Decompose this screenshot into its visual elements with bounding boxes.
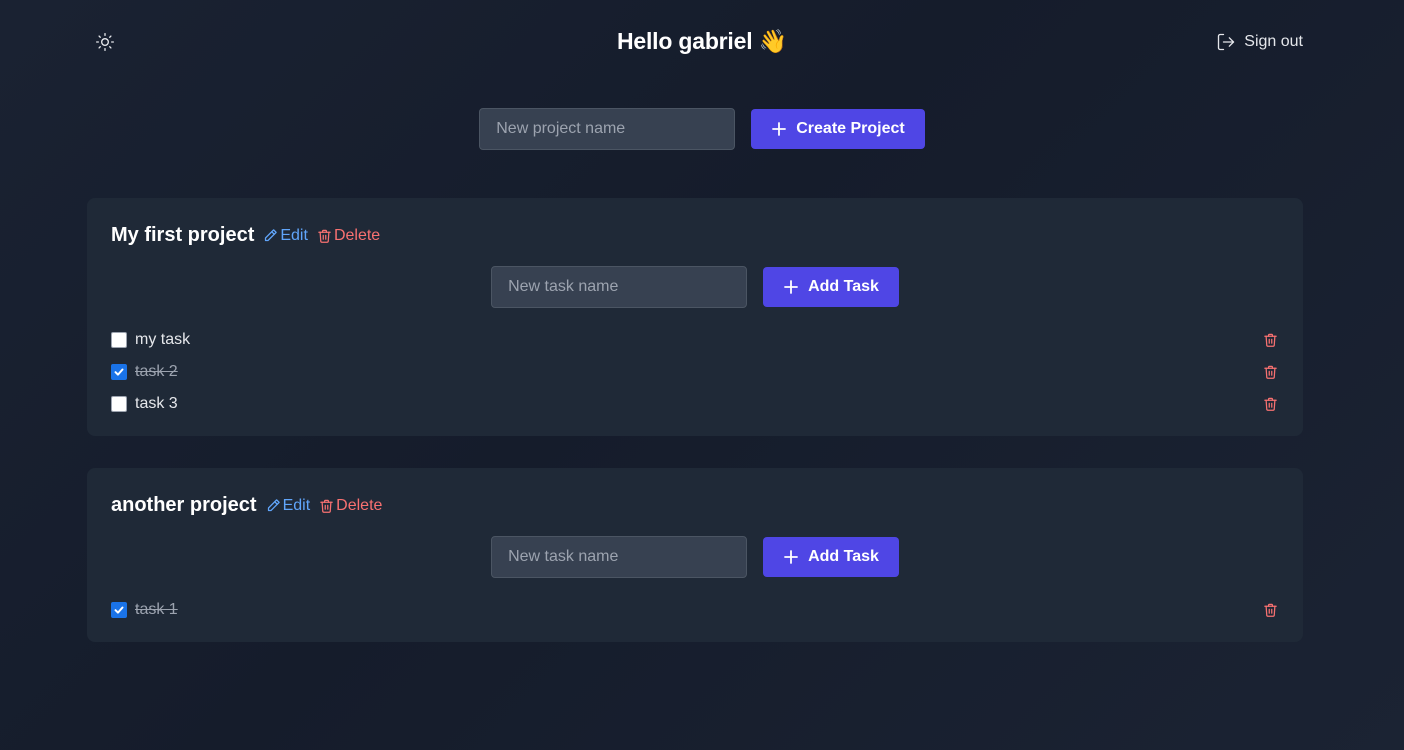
add-task-label: Add Task (808, 548, 879, 565)
project-header: another project Edit Delete (111, 494, 382, 517)
project-name-input[interactable] (479, 108, 736, 150)
trash-icon (1263, 603, 1277, 617)
task-checkbox[interactable] (111, 332, 127, 348)
add-task-button[interactable]: Add Task (763, 537, 899, 577)
task-row: task 1 (111, 594, 1279, 626)
project-card: My first project Edit Delete Add Task my… (87, 198, 1303, 436)
project-header: My first project Edit Delete (111, 224, 380, 247)
trash-icon (1263, 365, 1277, 379)
delete-label: Delete (333, 226, 381, 244)
task-name-input[interactable] (491, 266, 748, 308)
project-title: another project (111, 494, 257, 516)
delete-task-button[interactable] (1261, 363, 1279, 381)
project-card: another project Edit Delete Add Task tas… (87, 468, 1303, 642)
sign-out-label: Sign out (1244, 33, 1303, 50)
delete-project-link[interactable]: Delete (319, 497, 382, 515)
pencil-icon (265, 229, 278, 242)
plus-icon (772, 122, 787, 136)
delete-task-button[interactable] (1261, 601, 1279, 619)
plus-icon (784, 550, 798, 564)
checkmark-icon (114, 368, 124, 376)
app-header: Hello gabriel 👋 Sign out (0, 0, 1404, 84)
edit-project-link[interactable]: Edit (263, 227, 308, 245)
task-row: my task (111, 324, 1279, 356)
edit-label: Edit (280, 226, 308, 244)
task-label: task 3 (135, 395, 178, 412)
task-checkbox[interactable] (111, 602, 127, 618)
add-task-label: Add Task (808, 278, 879, 295)
trash-icon (318, 229, 331, 243)
trash-icon (320, 499, 333, 513)
task-checkbox[interactable] (111, 364, 127, 380)
trash-icon (1263, 333, 1277, 347)
sign-out-button[interactable]: Sign out (1216, 30, 1303, 54)
task-label: my task (135, 331, 191, 348)
task-name-input[interactable] (491, 536, 748, 578)
checkmark-icon (114, 606, 124, 614)
task-label: task 1 (135, 601, 178, 618)
add-task-button[interactable]: Add Task (763, 267, 899, 307)
create-project-form: Create Project (0, 108, 1404, 150)
edit-project-link[interactable]: Edit (266, 496, 311, 515)
task-label: task 2 (135, 363, 178, 380)
sign-out-icon (1218, 33, 1235, 51)
create-project-button[interactable]: Create Project (751, 109, 925, 149)
task-row: task 3 (111, 388, 1279, 420)
task-row: task 2 (111, 356, 1279, 388)
edit-label: Edit (282, 496, 311, 514)
delete-project-link[interactable]: Delete (317, 227, 380, 245)
trash-icon (1263, 397, 1277, 411)
create-project-label: Create Project (796, 120, 905, 137)
delete-label: Delete (336, 496, 383, 514)
page-title: Hello gabriel 👋 (616, 28, 788, 54)
add-task-form: Add Task (87, 536, 1303, 578)
project-title: My first project (111, 224, 255, 246)
task-checkbox[interactable] (111, 396, 127, 412)
add-task-form: Add Task (87, 266, 1303, 308)
plus-icon (784, 280, 798, 294)
pencil-icon (267, 499, 280, 512)
delete-task-button[interactable] (1261, 395, 1279, 413)
delete-task-button[interactable] (1261, 331, 1279, 349)
task-list: my task task 2 task 3 (111, 324, 1279, 420)
task-list: task 1 (111, 594, 1279, 626)
